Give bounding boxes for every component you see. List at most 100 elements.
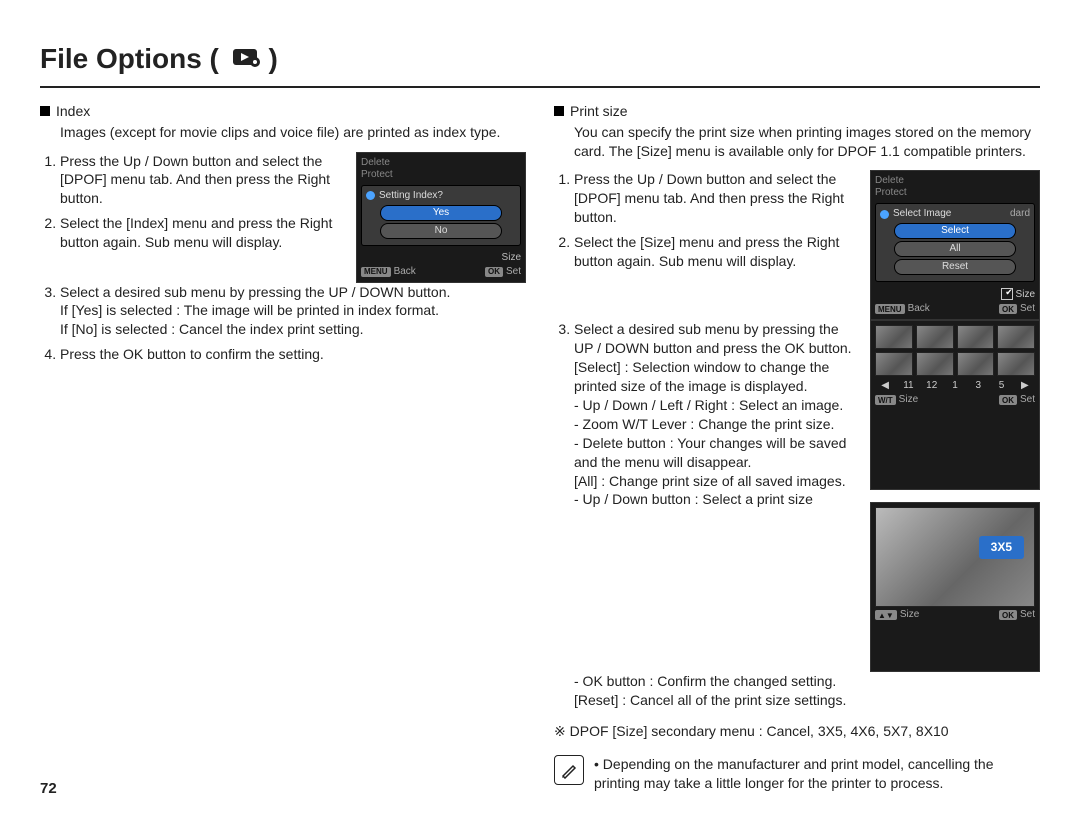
index-no-line: If [No] is selected : Cancel the index p… xyxy=(60,320,526,339)
thumb-num: 12 xyxy=(922,380,942,392)
note-icon xyxy=(554,755,584,785)
info-icon xyxy=(880,210,889,219)
shot-item-delete: Delete xyxy=(875,175,1035,187)
screenshot-index-dialog: Delete Protect Setting Index? Yes No Siz… xyxy=(356,152,526,283)
index-steps-cont: Select a desired sub menu by pressing th… xyxy=(40,283,526,365)
ok-button-icon: OK xyxy=(999,395,1017,405)
shot-item-protect: Protect xyxy=(875,187,1035,199)
printsize-heading: Print size xyxy=(554,102,1040,121)
shot-option-select: Select xyxy=(894,223,1016,239)
thumb-index-bar: ◀ 11 12 1 3 5 ▶ xyxy=(875,380,1035,392)
page-number: 72 xyxy=(40,779,57,799)
info-icon xyxy=(366,191,375,200)
printsize-all-sub1: - Up / Down button : Select a print size xyxy=(574,490,858,509)
printsize-intro: You can specify the print size when prin… xyxy=(554,123,1040,161)
index-step-2: Select the [Index] menu and press the Ri… xyxy=(60,214,344,252)
content-columns: Index Images (except for movie clips and… xyxy=(40,102,1040,793)
shot-size: Size xyxy=(899,394,918,406)
shot-size: Size xyxy=(900,609,919,621)
thumbnail xyxy=(997,325,1035,349)
note-block: Depending on the manufacturer and print … xyxy=(554,755,1040,793)
printsize-row-2: Select a desired sub menu by pressing th… xyxy=(554,320,1040,672)
index-step-3: Select a desired sub menu by pressing th… xyxy=(60,283,526,340)
shot-set: Set xyxy=(1020,303,1035,315)
screenshot-thumb-grid: ◀ 11 12 1 3 5 ▶ W/TSize OKSet xyxy=(870,320,1040,490)
thumbnail xyxy=(875,352,913,376)
printsize-all-line: [All] : Change print size of all saved i… xyxy=(574,472,858,491)
title-divider xyxy=(40,86,1040,88)
wt-button-icon: W/T xyxy=(875,395,896,405)
shot-option-no: No xyxy=(380,223,502,239)
thumb-num: 5 xyxy=(991,380,1011,392)
index-yes-line: If [Yes] is selected : The image will be… xyxy=(60,301,526,320)
page-title-text: File Options ( xyxy=(40,43,219,74)
shot-item-delete: Delete xyxy=(361,157,521,169)
shot-set: Set xyxy=(1020,394,1035,406)
bullet-square-icon xyxy=(554,106,564,116)
printsize-select-line: [Select] : Selection window to change th… xyxy=(574,358,858,396)
printsize-reset-line: [Reset] : Cancel all of the print size s… xyxy=(574,691,1040,710)
page-title: File Options ( ) xyxy=(40,40,278,78)
thumbnail xyxy=(957,352,995,376)
photo-preview: 3X5 xyxy=(875,507,1035,607)
shot-dialog-title: Setting Index? xyxy=(379,190,443,202)
printsize-heading-text: Print size xyxy=(570,102,628,121)
shot-dialog: Setting Index? Yes No xyxy=(361,185,521,246)
printsize-steps-cont: Select a desired sub menu by pressing th… xyxy=(554,320,858,509)
shot-bottom-bar: MENUBack OKSet xyxy=(361,266,521,278)
thumb-num: 3 xyxy=(968,380,988,392)
left-column: Index Images (except for movie clips and… xyxy=(40,102,526,793)
note-text: Depending on the manufacturer and print … xyxy=(594,755,1040,793)
printsize-select-sub3: - Delete button : Your changes will be s… xyxy=(574,434,858,472)
checkmark-icon xyxy=(1001,288,1013,300)
printsize-select-sub1: - Up / Down / Left / Right : Select an i… xyxy=(574,396,858,415)
thumbnail xyxy=(997,352,1035,376)
updown-button-icon: ▲▼ xyxy=(875,610,897,620)
playback-settings-icon xyxy=(233,46,261,68)
shot-set: Set xyxy=(1020,609,1035,621)
index-steps-row: Press the Up / Down button and select th… xyxy=(40,152,526,283)
size-tag: 3X5 xyxy=(979,536,1024,558)
shot-back: Back xyxy=(394,266,416,278)
dpof-size-footnote: ※ DPOF [Size] secondary menu : Cancel, 3… xyxy=(554,722,1040,741)
shot-side-std: dard xyxy=(1010,208,1030,220)
ok-button-icon: OK xyxy=(999,304,1017,314)
printsize-select-sub2: - Zoom W/T Lever : Change the print size… xyxy=(574,415,858,434)
index-intro: Images (except for movie clips and voice… xyxy=(40,123,526,142)
thumbnail xyxy=(875,325,913,349)
thumb-num: 1 xyxy=(945,380,965,392)
index-step-3-text: Select a desired sub menu by pressing th… xyxy=(60,284,450,300)
shot-set: Set xyxy=(506,266,521,278)
printsize-step-3: Select a desired sub menu by pressing th… xyxy=(574,320,858,509)
page-title-close: ) xyxy=(268,43,277,74)
index-step-4: Press the OK button to confirm the setti… xyxy=(60,345,526,364)
menu-button-icon: MENU xyxy=(361,267,391,277)
thumbnail xyxy=(916,352,954,376)
shot-option-yes: Yes xyxy=(380,205,502,221)
menu-button-icon: MENU xyxy=(875,304,905,314)
thumbnail xyxy=(957,325,995,349)
shot-side-size: Size xyxy=(361,252,521,264)
shot-option-reset: Reset xyxy=(894,259,1016,275)
screenshot-select-image: Delete Protect Select Image dard Select … xyxy=(870,170,1040,320)
printsize-row-1: Press the Up / Down button and select th… xyxy=(554,170,1040,320)
bullet-square-icon xyxy=(40,106,50,116)
page-title-row: File Options ( ) xyxy=(40,40,1040,78)
right-column: Print size You can specify the print siz… xyxy=(554,102,1040,793)
printsize-step-1: Press the Up / Down button and select th… xyxy=(574,170,858,227)
printsize-step-3-text: Select a desired sub menu by pressing th… xyxy=(574,321,852,356)
index-heading-text: Index xyxy=(56,102,90,121)
printsize-steps: Press the Up / Down button and select th… xyxy=(554,170,858,276)
shot-dialog-title: Select Image xyxy=(893,208,951,220)
ok-button-icon: OK xyxy=(999,610,1017,620)
index-steps: Press the Up / Down button and select th… xyxy=(40,152,344,258)
shot-side-size: Size xyxy=(1016,289,1035,300)
printsize-all-sub2: - OK button : Confirm the changed settin… xyxy=(574,672,1040,691)
shot-menu-items: Delete Protect xyxy=(361,157,521,181)
index-heading: Index xyxy=(40,102,526,121)
shot-back: Back xyxy=(908,303,930,315)
thumbnail xyxy=(916,325,954,349)
printsize-step-2: Select the [Size] menu and press the Rig… xyxy=(574,233,858,271)
thumb-num: 11 xyxy=(898,380,918,392)
ok-button-icon: OK xyxy=(485,267,503,277)
